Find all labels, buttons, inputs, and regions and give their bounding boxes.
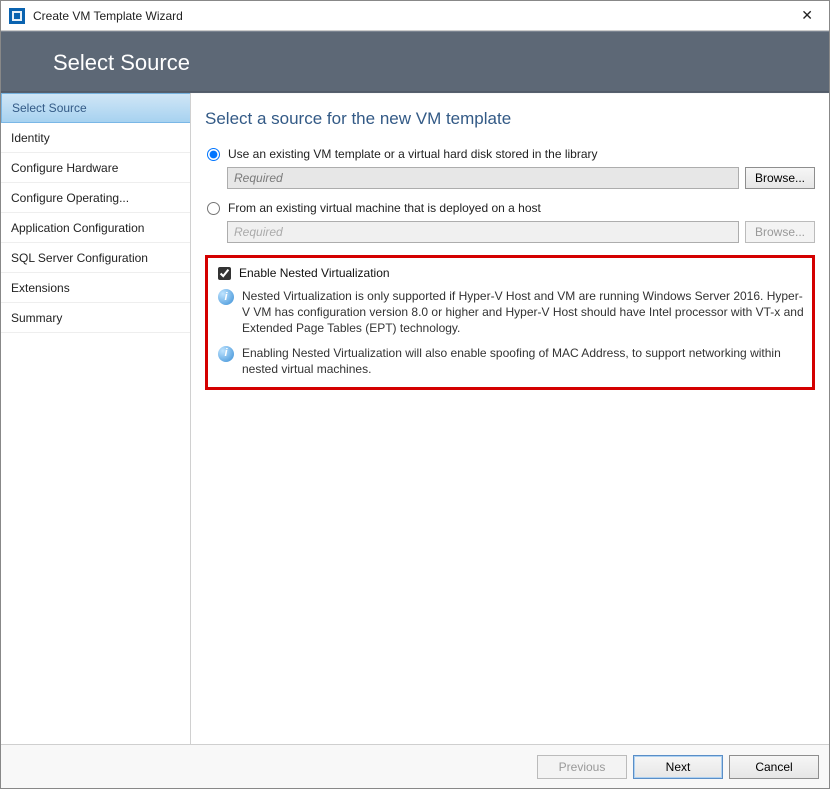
info-text: Nested Virtualization is only supported … bbox=[242, 288, 804, 337]
sidebar-item-identity[interactable]: Identity bbox=[1, 123, 190, 153]
sidebar-item-label: Extensions bbox=[11, 281, 70, 295]
info-row: i Enabling Nested Virtualization will al… bbox=[216, 345, 804, 377]
option-label: From an existing virtual machine that is… bbox=[228, 201, 541, 215]
placeholder-text: Required bbox=[234, 225, 283, 239]
sidebar-item-configure-operating[interactable]: Configure Operating... bbox=[1, 183, 190, 213]
option-existing-vm[interactable]: From an existing virtual machine that is… bbox=[205, 201, 815, 215]
sidebar-item-summary[interactable]: Summary bbox=[1, 303, 190, 333]
browse-vm-button: Browse... bbox=[745, 221, 815, 243]
sidebar-item-sql-server-configuration[interactable]: SQL Server Configuration bbox=[1, 243, 190, 273]
titlebar: Create VM Template Wizard ✕ bbox=[1, 1, 829, 31]
placeholder-text: Required bbox=[234, 171, 283, 185]
sidebar-item-label: Configure Hardware bbox=[11, 161, 118, 175]
info-row: i Nested Virtualization is only supporte… bbox=[216, 288, 804, 337]
sidebar-item-label: Application Configuration bbox=[11, 221, 144, 235]
checkbox-label: Enable Nested Virtualization bbox=[239, 266, 390, 280]
body: Select Source Identity Configure Hardwar… bbox=[1, 93, 829, 744]
sidebar: Select Source Identity Configure Hardwar… bbox=[1, 93, 191, 744]
enable-nested-checkbox[interactable] bbox=[218, 267, 231, 280]
sidebar-item-extensions[interactable]: Extensions bbox=[1, 273, 190, 303]
footer: Previous Next Cancel bbox=[1, 744, 829, 788]
info-text: Enabling Nested Virtualization will also… bbox=[242, 345, 804, 377]
template-path-input[interactable]: Required bbox=[227, 167, 739, 189]
sidebar-item-label: SQL Server Configuration bbox=[11, 251, 148, 265]
vm-path-input: Required bbox=[227, 221, 739, 243]
sidebar-item-select-source[interactable]: Select Source bbox=[1, 93, 190, 123]
sidebar-item-label: Select Source bbox=[12, 101, 87, 115]
sidebar-item-label: Identity bbox=[11, 131, 50, 145]
wizard-window: Create VM Template Wizard ✕ Select Sourc… bbox=[0, 0, 830, 789]
radio-existing-vm[interactable] bbox=[207, 202, 220, 215]
radio-existing-template[interactable] bbox=[207, 148, 220, 161]
info-icon: i bbox=[218, 289, 234, 305]
previous-button: Previous bbox=[537, 755, 627, 779]
cancel-button[interactable]: Cancel bbox=[729, 755, 819, 779]
option-existing-template[interactable]: Use an existing VM template or a virtual… bbox=[205, 147, 815, 161]
sidebar-item-label: Summary bbox=[11, 311, 62, 325]
window-title: Create VM Template Wizard bbox=[33, 9, 793, 23]
main-panel: Select a source for the new VM template … bbox=[191, 93, 829, 744]
nested-virtualization-highlight: Enable Nested Virtualization i Nested Vi… bbox=[205, 255, 815, 390]
page-heading: Select a source for the new VM template bbox=[205, 109, 815, 129]
banner: Select Source bbox=[1, 31, 829, 93]
browse-template-button[interactable]: Browse... bbox=[745, 167, 815, 189]
input-row-existing-vm: Required Browse... bbox=[227, 221, 815, 243]
sidebar-item-application-configuration[interactable]: Application Configuration bbox=[1, 213, 190, 243]
sidebar-item-label: Configure Operating... bbox=[11, 191, 129, 205]
banner-title: Select Source bbox=[53, 50, 190, 76]
sidebar-item-configure-hardware[interactable]: Configure Hardware bbox=[1, 153, 190, 183]
nested-virtualization-row[interactable]: Enable Nested Virtualization bbox=[216, 266, 804, 280]
option-label: Use an existing VM template or a virtual… bbox=[228, 147, 598, 161]
app-icon bbox=[9, 8, 25, 24]
input-row-existing-template: Required Browse... bbox=[227, 167, 815, 189]
next-button[interactable]: Next bbox=[633, 755, 723, 779]
info-icon: i bbox=[218, 346, 234, 362]
close-icon[interactable]: ✕ bbox=[793, 7, 821, 24]
